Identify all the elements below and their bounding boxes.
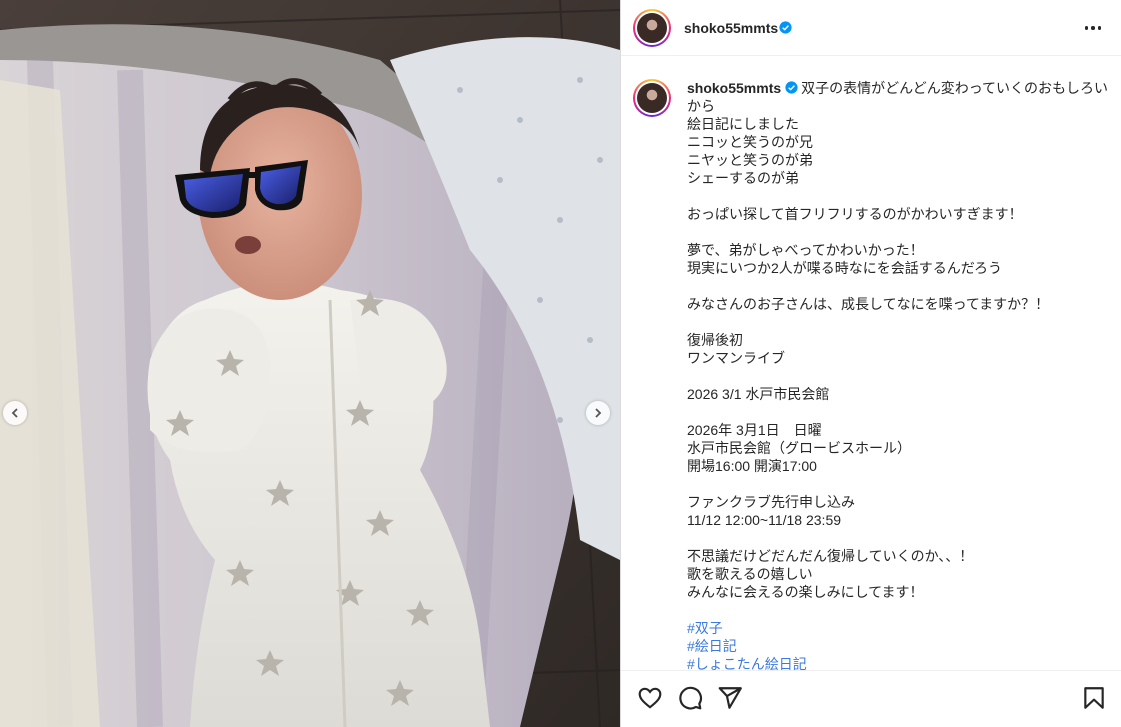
heart-icon [638, 687, 662, 709]
previous-image-button[interactable] [3, 401, 27, 425]
post-side-panel: shoko55mmts shoko55mmts 双子の表情がどんどん変わっていくの… [621, 0, 1121, 727]
hashtag[interactable]: #双子 [687, 619, 1109, 637]
post-header: shoko55mmts [621, 0, 1121, 56]
caption-line: 11/12 12:00~11/18 23:59 [687, 512, 842, 528]
caption-line: みんなに会えるの楽しみにしてます！ [687, 584, 924, 600]
post-caption: shoko55mmts 双子の表情がどんどん変わっていくのおもしろいから 絵日記に… [687, 79, 1109, 670]
caption-line: みなさんのお子さんは、成長してなにを喋ってますか？！ [687, 296, 1050, 312]
comment-button[interactable] [677, 685, 703, 711]
post-media[interactable] [0, 0, 620, 727]
caption-line: 水戸市民会館（グロービスホール） [687, 440, 911, 456]
caption-line: ファンクラブ先行申し込み [687, 494, 855, 510]
hashtag[interactable]: #絵日記 [687, 637, 1109, 655]
caption-line: 不思議だけどだんだん復帰していくのか、、！ [687, 548, 974, 564]
next-image-button[interactable] [586, 401, 610, 425]
like-button[interactable] [637, 685, 663, 711]
bookmark-icon [1084, 687, 1104, 709]
share-button[interactable] [717, 685, 743, 711]
comment-icon [679, 686, 703, 710]
caption-line: おっぱい探して首フリフリするのがかわいすぎます！ [687, 206, 1023, 222]
header-username[interactable]: shoko55mmts [684, 20, 778, 36]
save-button[interactable] [1081, 685, 1107, 711]
caption-line: 絵日記にしました [687, 116, 799, 132]
verified-badge-icon [785, 81, 798, 94]
caption-line: 復帰後初 [687, 332, 743, 348]
avatar[interactable] [633, 9, 671, 47]
caption-text: 双子の表情がどんどん変わっていくのおもしろいから 絵日記にしました ニコッと笑う… [687, 80, 1108, 600]
caption-line: 夢で、弟がしゃべってかわいかった！ [687, 242, 924, 258]
chevron-right-icon [595, 408, 602, 418]
caption-line: ニヤッと笑うのが弟 [687, 152, 813, 168]
chevron-left-icon [11, 408, 18, 418]
caption-username[interactable]: shoko55mmts [687, 80, 781, 96]
more-options-icon[interactable] [1081, 18, 1105, 38]
action-bar [621, 670, 1121, 727]
caption-line: 現実にいつか2人が喋る時なにを会話するんだろう [687, 260, 1002, 276]
caption-line: 2026 3/1 水戸市民会館 [687, 386, 830, 402]
caption-line: 歌を歌えるの嬉しい [687, 566, 813, 582]
hashtag[interactable]: #しょこたん絵日記 [687, 655, 1109, 670]
caption-line: シェーするのが弟 [687, 170, 799, 186]
caption-avatar[interactable] [633, 79, 671, 117]
caption-line: 開場16:00 開演17:00 [687, 458, 817, 474]
caption-line: ワンマンライブ [687, 350, 785, 366]
post-photo [0, 0, 620, 727]
caption-line: ニコッと笑うのが兄 [687, 134, 813, 150]
send-icon [718, 687, 742, 709]
caption-line: 2026年 3月1日 日曜 [687, 422, 822, 438]
verified-badge-icon [779, 21, 792, 34]
comments-section: shoko55mmts 双子の表情がどんどん変わっていくのおもしろいから 絵日記に… [621, 57, 1121, 670]
